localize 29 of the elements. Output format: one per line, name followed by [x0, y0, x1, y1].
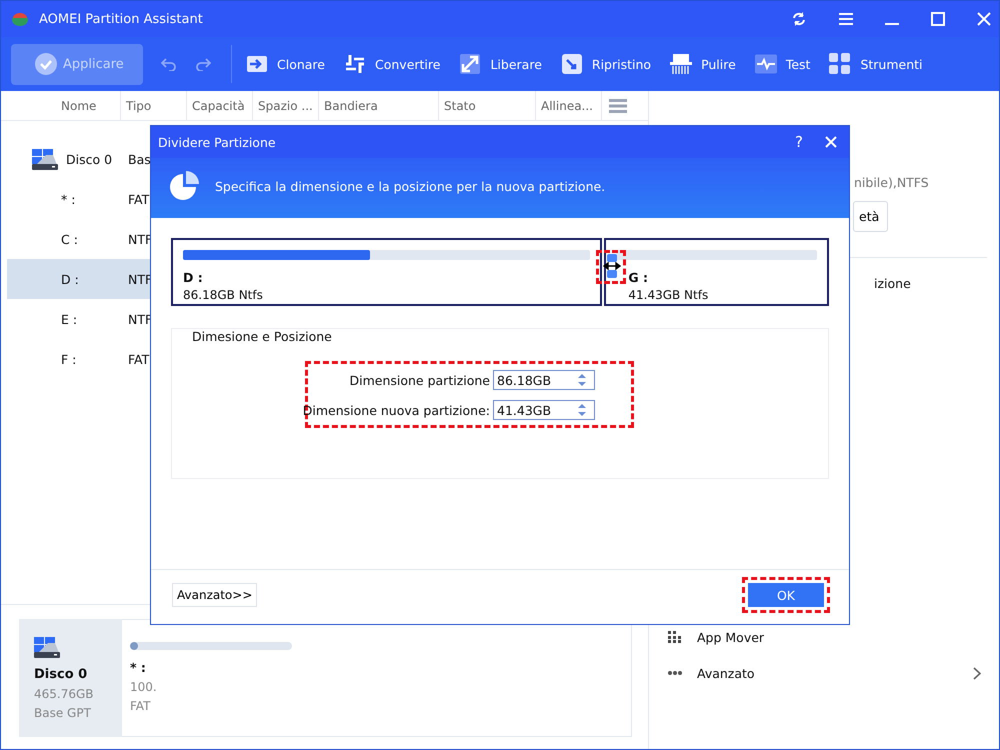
partition-letter: D :	[183, 270, 204, 285]
partition-size: 100.	[130, 680, 158, 694]
partition-fs: FAT	[130, 699, 152, 713]
type-cell: NTF	[128, 232, 152, 246]
partition-size: 41.43GB Ntfs	[627, 288, 710, 302]
group-title: Dimesione e Posizione	[191, 329, 333, 344]
type-cell: FAT	[128, 352, 150, 366]
name-cell: * :	[61, 192, 76, 206]
name-cell: E :	[61, 312, 78, 326]
dialog-title: Dividere Partizione	[158, 134, 276, 150]
instruction-text: Specifica la dimensione e la posizione per la nuova partizione.	[215, 178, 606, 194]
partition-size: 86.18GB Ntfs	[183, 288, 264, 302]
disk-size: 465.76GB	[34, 687, 95, 701]
type-cell: FAT	[128, 192, 150, 206]
type-cell: Bas	[128, 152, 151, 166]
disk-style: Base GPT	[34, 706, 92, 720]
type-cell: NTF	[128, 272, 152, 286]
name-cell: F :	[61, 352, 76, 366]
window-title: AOMEI Partition Assistant	[39, 12, 203, 26]
partition-label: * :	[130, 660, 147, 675]
disk-name: Disco 0	[34, 667, 88, 682]
field-label: Dimensione nuova partizione:	[302, 402, 490, 418]
type-cell: NTF	[128, 312, 152, 326]
partition-info: nibile),NTFS	[853, 175, 930, 192]
name-cell: Disco 0	[66, 152, 112, 166]
field-label: Dimensione partizione	[349, 372, 490, 388]
partition-letter: G :	[627, 270, 649, 285]
name-cell: C :	[61, 232, 78, 246]
name-cell: D :	[61, 272, 79, 286]
